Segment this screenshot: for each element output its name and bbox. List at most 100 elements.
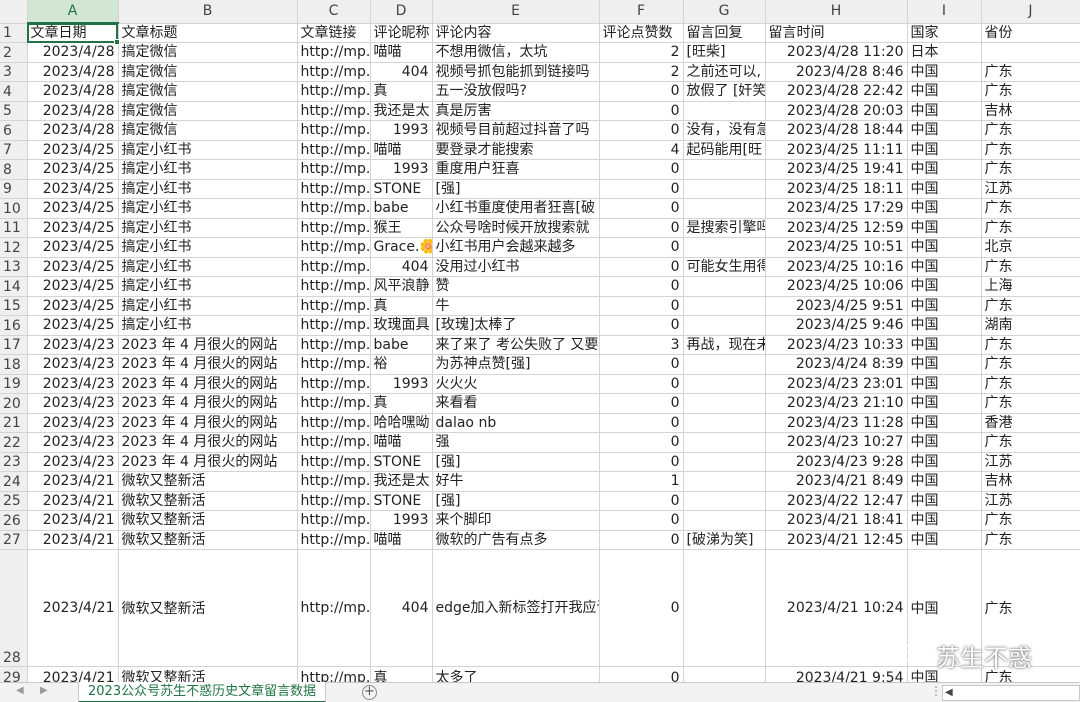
cell[interactable]: 省份: [981, 23, 1080, 43]
cell[interactable]: http://mp.v: [297, 140, 371, 160]
cell[interactable]: 好牛: [432, 471, 600, 492]
cell[interactable]: 2023 年 4 月很火的网站: [118, 432, 298, 453]
cell[interactable]: 0: [599, 413, 684, 433]
cell[interactable]: [玫瑰]太棒了: [432, 315, 600, 336]
cell[interactable]: 太多了: [432, 666, 600, 682]
cell[interactable]: 0: [599, 666, 684, 682]
cell[interactable]: 真是厉害: [432, 101, 600, 121]
cell[interactable]: 2023/4/25: [27, 257, 119, 277]
cell[interactable]: [683, 198, 766, 219]
cell[interactable]: [683, 179, 766, 199]
cell[interactable]: 广东: [981, 530, 1080, 550]
row-header[interactable]: 13: [0, 257, 28, 277]
cell[interactable]: 中国: [907, 315, 982, 336]
cell[interactable]: Grace.🌼: [370, 237, 433, 258]
row-header[interactable]: 11: [0, 218, 28, 238]
cell[interactable]: 2023/4/23 23:01: [765, 374, 908, 394]
cell[interactable]: 中国: [907, 510, 982, 531]
cell[interactable]: STONE: [370, 179, 433, 199]
cell[interactable]: 搞定小红书: [118, 159, 298, 180]
cell[interactable]: 上海: [981, 276, 1080, 297]
cell[interactable]: 公众号啥时候开放搜索就: [432, 218, 600, 238]
cell[interactable]: http://mp.v: [297, 81, 371, 102]
cell[interactable]: 真: [370, 296, 433, 316]
cell[interactable]: [683, 393, 766, 414]
cell[interactable]: 赞: [432, 276, 600, 297]
cell[interactable]: 中国: [907, 432, 982, 453]
cell[interactable]: 中国: [907, 335, 982, 355]
cell[interactable]: 2023/4/23 11:28: [765, 413, 908, 433]
cell[interactable]: 文章链接: [297, 23, 371, 43]
cell[interactable]: [强]: [432, 491, 600, 511]
row-header[interactable]: 4: [0, 81, 28, 102]
cell[interactable]: [683, 315, 766, 336]
cell[interactable]: 2023/4/21: [27, 549, 119, 667]
row-header[interactable]: 7: [0, 140, 28, 160]
cell[interactable]: http://mp.v: [297, 530, 371, 550]
cell[interactable]: 裕: [370, 354, 433, 375]
cell[interactable]: 2023/4/28: [27, 120, 119, 141]
cell[interactable]: 2023/4/25 12:59: [765, 218, 908, 238]
cell[interactable]: 广东: [981, 257, 1080, 277]
cell[interactable]: http://mp.v: [297, 237, 371, 258]
cell[interactable]: 中国: [907, 198, 982, 219]
cell[interactable]: 0: [599, 159, 684, 180]
cell[interactable]: 2023/4/25: [27, 296, 119, 316]
cell[interactable]: [683, 276, 766, 297]
cell[interactable]: 0: [599, 549, 684, 667]
row-header[interactable]: 14: [0, 276, 28, 297]
column-header-f[interactable]: F: [599, 0, 684, 24]
cell[interactable]: 404: [370, 62, 433, 82]
cell[interactable]: 江苏: [981, 491, 1080, 511]
cell[interactable]: 搞定小红书: [118, 140, 298, 160]
cell[interactable]: 广东: [981, 374, 1080, 394]
row-header[interactable]: 5: [0, 101, 28, 121]
cell[interactable]: 五一没放假吗?: [432, 81, 600, 102]
cell[interactable]: http://mp.v: [297, 42, 371, 63]
cell[interactable]: 0: [599, 491, 684, 511]
cell[interactable]: 中国: [907, 374, 982, 394]
cell[interactable]: 0: [599, 81, 684, 102]
cell[interactable]: 0: [599, 530, 684, 550]
cell[interactable]: 2023/4/28 22:42: [765, 81, 908, 102]
row-header[interactable]: 25: [0, 491, 28, 511]
cell[interactable]: 中国: [907, 491, 982, 511]
cell[interactable]: 2023/4/25: [27, 218, 119, 238]
plus-circle-icon[interactable]: ⊕+: [362, 685, 377, 700]
cell[interactable]: 2023/4/25 18:11: [765, 179, 908, 199]
cell[interactable]: 搞定微信: [118, 81, 298, 102]
cell[interactable]: 2023/4/23 10:33: [765, 335, 908, 355]
cell[interactable]: http://mp.v: [297, 413, 371, 433]
cell[interactable]: 0: [599, 393, 684, 414]
cell[interactable]: 之前还可以,: [683, 62, 766, 82]
cell[interactable]: 强: [432, 432, 600, 453]
cell[interactable]: 1993: [370, 374, 433, 394]
cell[interactable]: [683, 510, 766, 531]
row-header[interactable]: 29: [0, 666, 28, 682]
cell[interactable]: 广东: [981, 81, 1080, 102]
cell[interactable]: 广东: [981, 218, 1080, 238]
cell[interactable]: 我还是太: [370, 471, 433, 492]
cell[interactable]: 2023/4/23: [27, 432, 119, 453]
cell[interactable]: 真: [370, 393, 433, 414]
cell[interactable]: http://mp.v: [297, 198, 371, 219]
cell[interactable]: 来看看: [432, 393, 600, 414]
cell[interactable]: 玫瑰面具: [370, 315, 433, 336]
cell[interactable]: 喵喵: [370, 432, 433, 453]
column-header-i[interactable]: I: [907, 0, 982, 24]
cell[interactable]: 江苏: [981, 452, 1080, 472]
cell[interactable]: 中国: [907, 413, 982, 433]
cell[interactable]: 风平浪静: [370, 276, 433, 297]
cell[interactable]: http://mp.v: [297, 257, 371, 277]
cell[interactable]: 1993: [370, 159, 433, 180]
cell[interactable]: 0: [599, 354, 684, 375]
cell[interactable]: 2023/4/21 8:49: [765, 471, 908, 492]
cell[interactable]: http://mp.v: [297, 276, 371, 297]
cell[interactable]: babe: [370, 198, 433, 219]
cell[interactable]: http://mp.v: [297, 491, 371, 511]
cell[interactable]: 再战，现在未: [683, 335, 766, 355]
cell[interactable]: 0: [599, 218, 684, 238]
cell[interactable]: 微软又整新活: [118, 510, 298, 531]
cell[interactable]: 0: [599, 120, 684, 141]
cell[interactable]: 中国: [907, 471, 982, 492]
